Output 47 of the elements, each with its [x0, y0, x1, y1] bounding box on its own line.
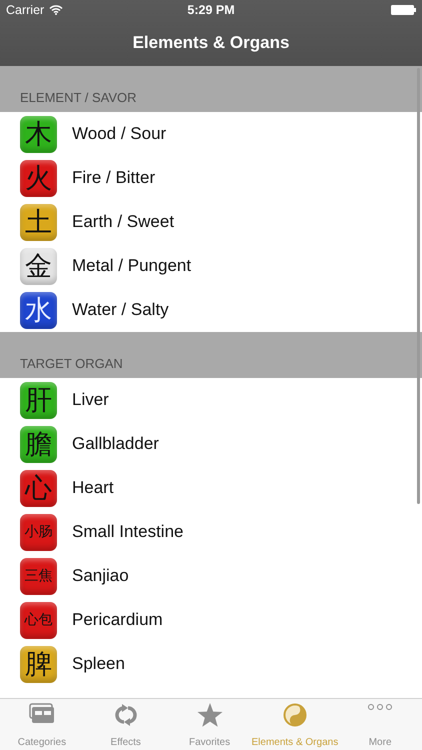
row-label: Sanjiao — [72, 566, 129, 586]
row-label: Pericardium — [72, 610, 163, 630]
cards-icon — [28, 703, 56, 725]
character-tile-icon: 木 — [20, 116, 57, 152]
list-row[interactable]: 心包 Pericardium — [0, 598, 422, 642]
list-row[interactable]: 心 Heart — [0, 466, 422, 510]
list-row[interactable]: 脾 Spleen — [0, 642, 422, 686]
battery-icon — [391, 5, 416, 15]
list-row[interactable]: 三焦 Sanjiao — [0, 554, 422, 598]
character-tile-icon: 心 — [20, 470, 57, 506]
row-label: Small Intestine — [72, 522, 184, 542]
character-tile-icon: 肝 — [20, 382, 57, 418]
star-icon — [196, 703, 223, 728]
row-label: Spleen — [72, 654, 125, 674]
list-row[interactable]: 膽 Gallbladder — [0, 422, 422, 466]
character-tile-icon: 金 — [20, 248, 57, 284]
list-row[interactable]: 小肠 Small Intestine — [0, 510, 422, 554]
character-tile-icon: 脾 — [20, 646, 57, 682]
row-label: Water / Salty — [72, 300, 169, 320]
section-header: ELEMENT / SAVOR — [20, 90, 137, 105]
row-label: Heart — [72, 478, 114, 498]
character-tile-icon: 土 — [20, 204, 57, 240]
list-row[interactable]: 木 Wood / Sour — [0, 112, 422, 156]
row-label: Earth / Sweet — [72, 212, 174, 232]
row-label: Metal / Pungent — [72, 256, 192, 276]
yin-yang-icon — [282, 703, 307, 727]
carrier-label: Carrier — [6, 3, 44, 17]
status-time: 5:29 PM — [187, 3, 235, 17]
list-row[interactable]: 土 Earth / Sweet — [0, 200, 422, 244]
list-row[interactable]: 火 Fire / Bitter — [0, 156, 422, 200]
character-tile-icon: 小肠 — [20, 514, 57, 550]
row-label: Gallbladder — [72, 434, 159, 454]
nav-title: Elements & Organs — [132, 33, 290, 53]
character-tile-icon: 心包 — [20, 602, 57, 638]
character-tile-icon: 三焦 — [20, 558, 57, 594]
character-tile-icon: 火 — [20, 160, 57, 196]
character-tile-icon: 水 — [20, 292, 57, 328]
row-label: Liver — [72, 390, 109, 410]
character-tile-icon: 膽 — [20, 426, 57, 462]
row-label: Wood / Sour — [72, 124, 166, 144]
list-row[interactable]: 水 Water / Salty — [0, 288, 422, 332]
row-label: Fire / Bitter — [72, 168, 156, 188]
section-header: TARGET ORGAN — [20, 356, 123, 371]
wifi-icon — [49, 5, 64, 15]
list-row[interactable]: 肝 Liver — [0, 378, 422, 422]
more-icon — [367, 703, 394, 711]
list-row[interactable]: 金 Metal / Pungent — [0, 244, 422, 288]
